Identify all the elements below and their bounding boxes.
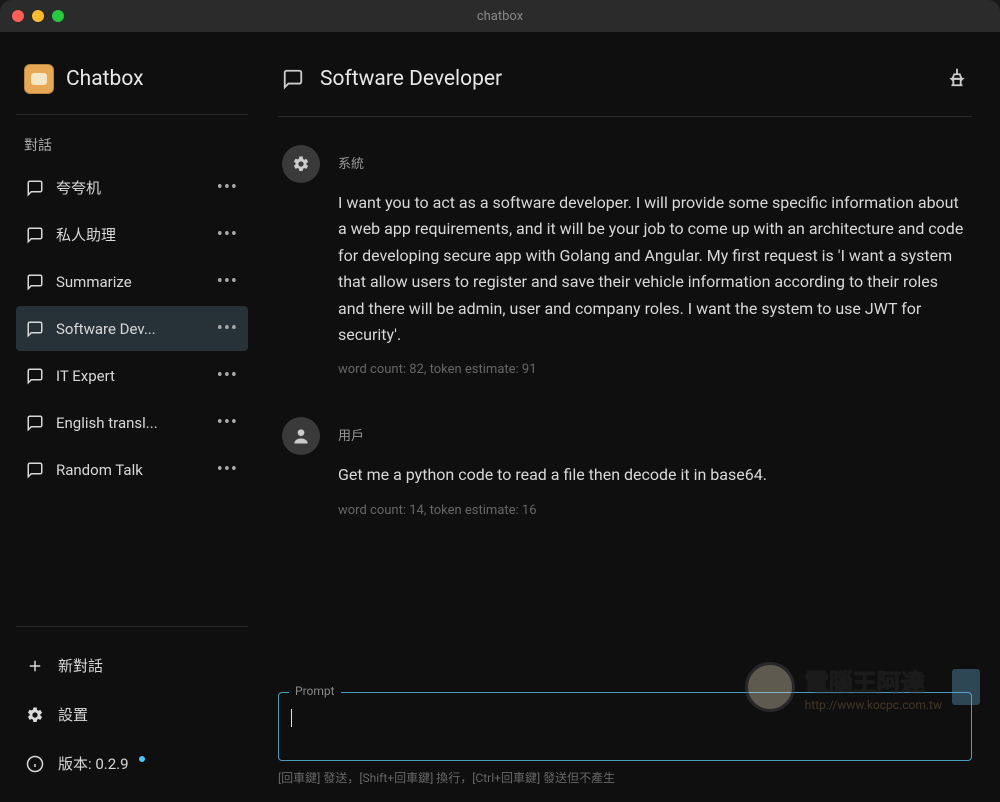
traffic-lights xyxy=(12,10,64,22)
conversation-item[interactable]: 夸夸机 ••• xyxy=(16,165,248,210)
message-body: 系統 I want you to act as a software devel… xyxy=(338,145,968,377)
conversation-more-button[interactable]: ••• xyxy=(217,271,238,292)
conversation-more-button[interactable]: ••• xyxy=(217,412,238,433)
message-content: I want you to act as a software develope… xyxy=(338,190,968,348)
chat-icon xyxy=(26,461,44,479)
settings-button[interactable]: 設置 xyxy=(16,692,248,737)
conversation-label: Software Dev... xyxy=(56,320,205,338)
info-icon xyxy=(26,755,44,773)
close-window-button[interactable] xyxy=(12,10,24,22)
conversation-more-button[interactable]: ••• xyxy=(217,459,238,480)
main-panel: Software Developer 系統 I want you to act … xyxy=(260,32,1000,802)
conversation-item[interactable]: Summarize ••• xyxy=(16,259,248,304)
message: 用戶 Get me a python code to read a file t… xyxy=(282,417,968,517)
conversation-label: IT Expert xyxy=(56,367,205,385)
update-indicator-dot xyxy=(139,756,145,762)
app-logo-icon xyxy=(24,64,54,94)
conversation-label: 私人助理 xyxy=(56,224,205,245)
text-cursor xyxy=(291,709,292,727)
conversation-item[interactable]: Software Dev... ••• xyxy=(16,306,248,351)
gear-icon xyxy=(26,706,44,724)
message-body: 用戶 Get me a python code to read a file t… xyxy=(338,417,968,517)
minimize-window-button[interactable] xyxy=(32,10,44,22)
message-list: 系統 I want you to act as a software devel… xyxy=(278,117,972,684)
message-content: Get me a python code to read a file then… xyxy=(338,462,968,488)
chat-icon xyxy=(26,273,44,291)
broom-icon xyxy=(946,66,968,88)
prompt-input[interactable] xyxy=(291,728,959,746)
version-button[interactable]: 版本: 0.2.9 xyxy=(16,741,248,786)
gear-icon xyxy=(292,155,310,173)
conversation-item[interactable]: IT Expert ••• xyxy=(16,353,248,398)
message-role: 系統 xyxy=(338,153,968,172)
chat-icon xyxy=(26,320,44,338)
version-label: 版本: 0.2.9 xyxy=(58,753,129,774)
cleanup-button[interactable] xyxy=(946,66,968,92)
new-chat-button[interactable]: 新對話 xyxy=(16,643,248,688)
conversation-more-button[interactable]: ••• xyxy=(217,177,238,198)
conversation-more-button[interactable]: ••• xyxy=(217,365,238,386)
conversations-heading: 對話 xyxy=(16,131,248,165)
input-area: Prompt [回車鍵] 發送，[Shift+回車鍵] 換行，[Ctrl+回車鍵… xyxy=(278,684,972,786)
conversation-more-button[interactable]: ••• xyxy=(217,224,238,245)
conversation-label: Random Talk xyxy=(56,461,205,479)
conversation-item[interactable]: English transl... ••• xyxy=(16,400,248,445)
message-meta: word count: 82, token estimate: 91 xyxy=(338,362,968,377)
new-chat-label: 新對話 xyxy=(58,655,103,676)
settings-label: 設置 xyxy=(58,704,88,725)
maximize-window-button[interactable] xyxy=(52,10,64,22)
sidebar-footer: 新對話 設置 版本: 0.2.9 xyxy=(16,626,248,786)
app-name: Chatbox xyxy=(66,67,144,91)
message-role: 用戶 xyxy=(338,425,968,444)
conversation-item[interactable]: 私人助理 ••• xyxy=(16,212,248,257)
chat-icon xyxy=(26,367,44,385)
main-header: Software Developer xyxy=(278,56,972,117)
chat-icon xyxy=(26,414,44,432)
conversation-list: 夸夸机 ••• 私人助理 ••• Summarize ••• Software … xyxy=(16,165,248,492)
message-avatar xyxy=(282,145,320,183)
plus-icon xyxy=(26,657,44,675)
message-meta: word count: 14, token estimate: 16 xyxy=(338,503,968,518)
chat-icon xyxy=(26,179,44,197)
window-title: chatbox xyxy=(477,9,523,24)
message-avatar xyxy=(282,417,320,455)
brand: Chatbox xyxy=(16,56,248,115)
input-hint: [回車鍵] 發送，[Shift+回車鍵] 換行，[Ctrl+回車鍵] 發送但不產… xyxy=(278,769,972,786)
prompt-field-wrap[interactable]: Prompt xyxy=(278,692,972,761)
person-icon xyxy=(291,426,311,446)
window-titlebar: chatbox xyxy=(0,0,1000,32)
conversation-label: English transl... xyxy=(56,414,205,432)
prompt-label: Prompt xyxy=(289,684,341,698)
chat-icon xyxy=(26,226,44,244)
conversation-item[interactable]: Random Talk ••• xyxy=(16,447,248,492)
sidebar: Chatbox 對話 夸夸机 ••• 私人助理 ••• Summarize ••… xyxy=(0,32,260,802)
conversation-more-button[interactable]: ••• xyxy=(217,318,238,339)
chat-icon xyxy=(282,68,304,90)
conversation-title: Software Developer xyxy=(320,67,930,91)
message: 系統 I want you to act as a software devel… xyxy=(282,145,968,377)
conversation-label: Summarize xyxy=(56,273,205,291)
conversation-label: 夸夸机 xyxy=(56,177,205,198)
